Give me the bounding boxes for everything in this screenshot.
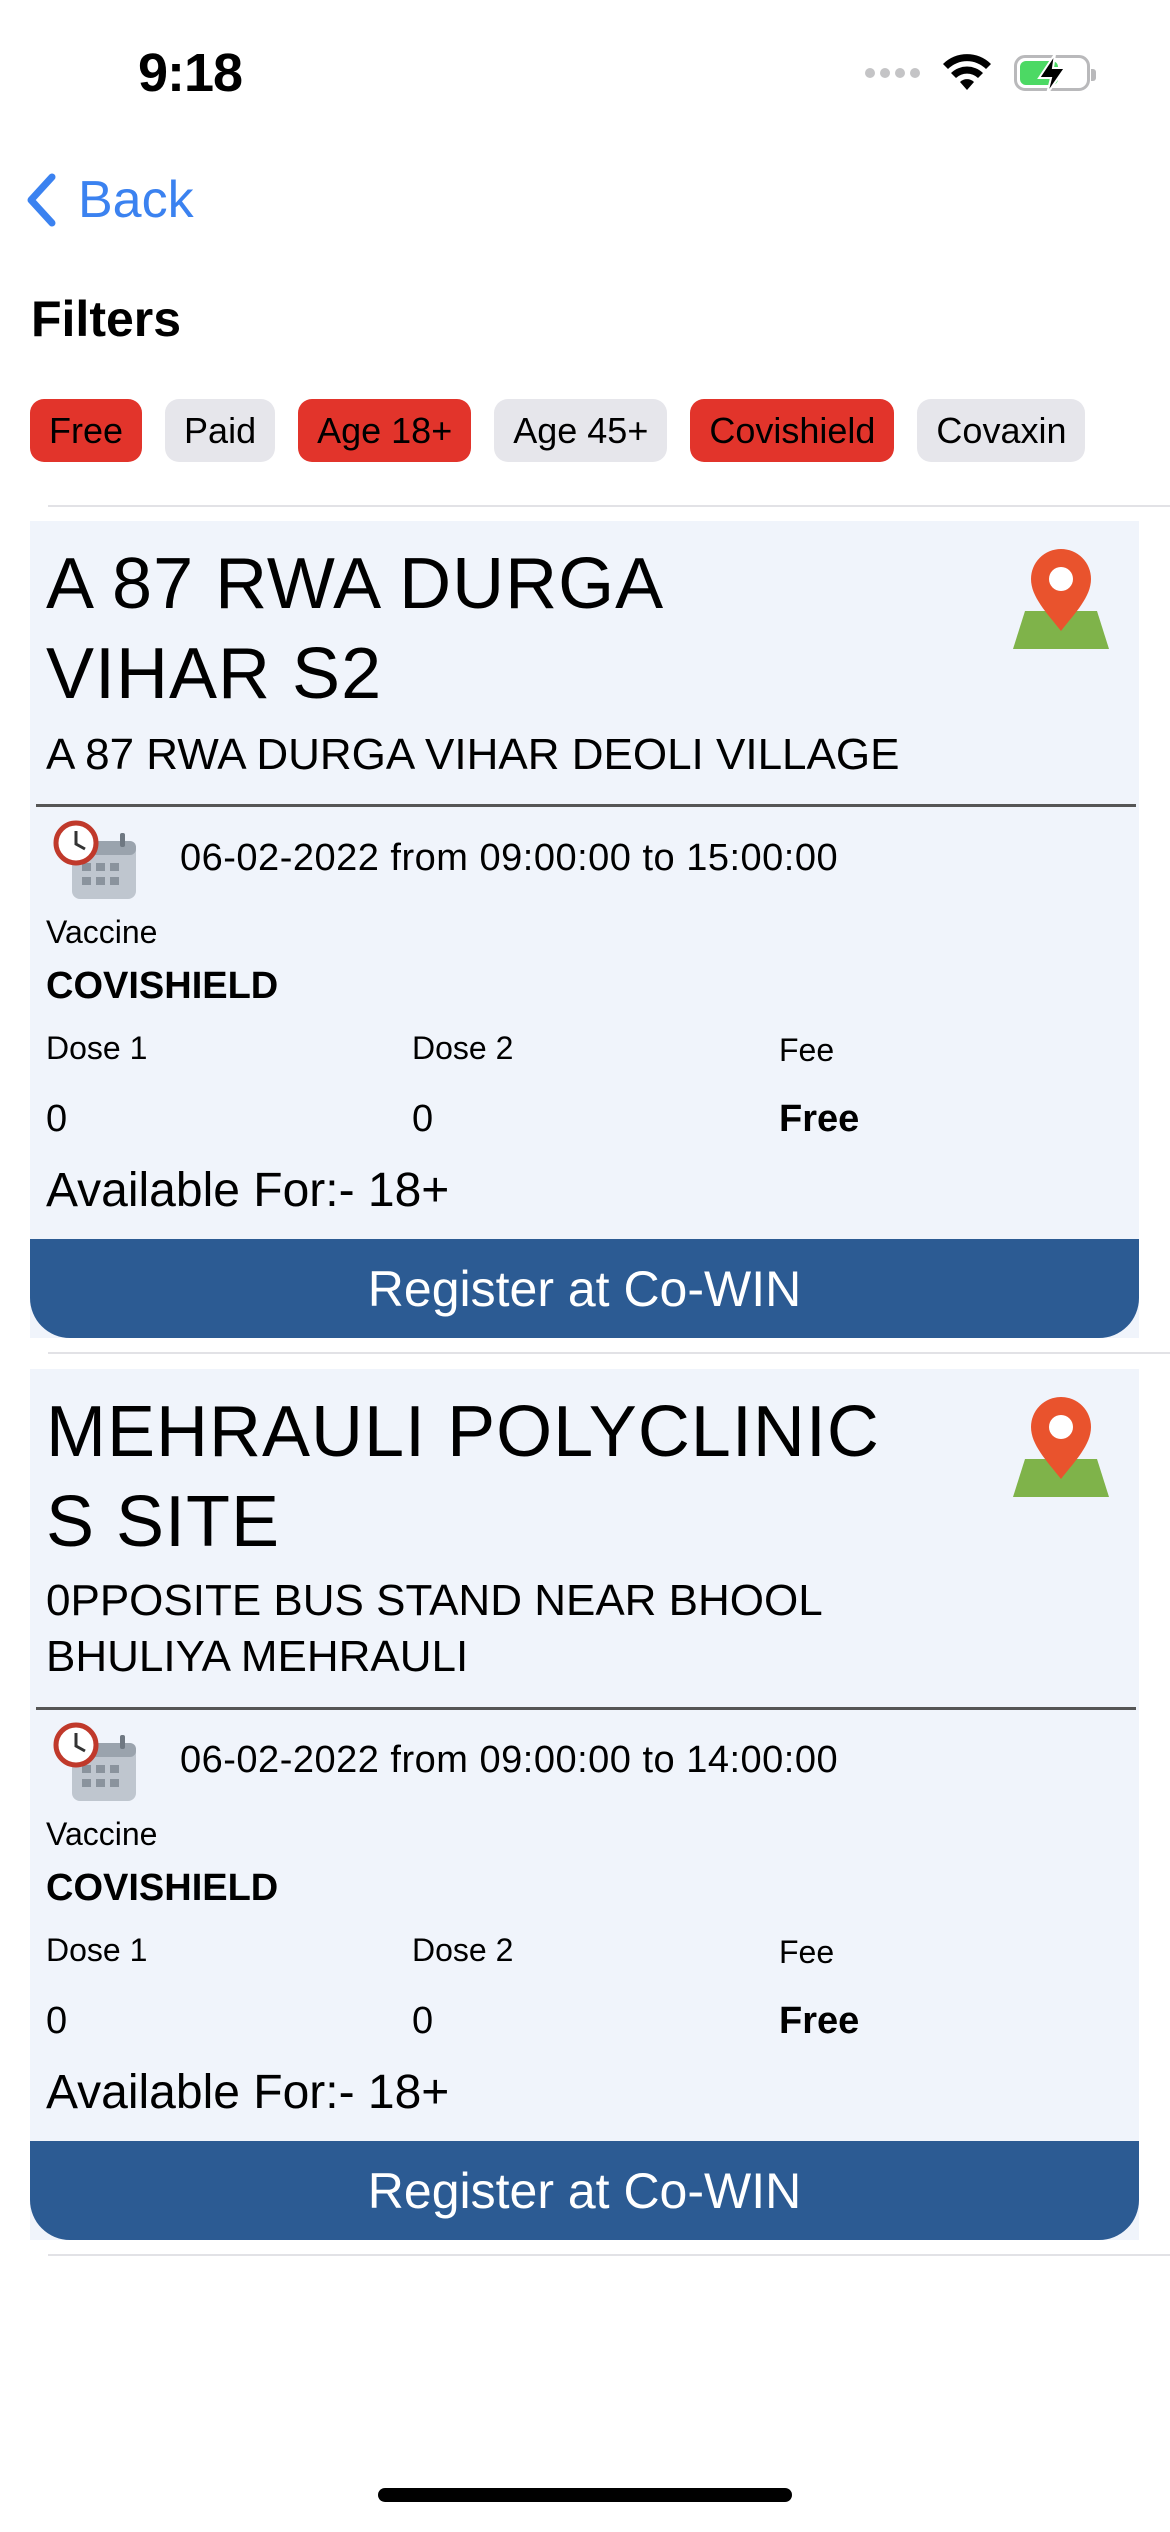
cellular-signal-icon (865, 68, 920, 78)
wifi-icon (943, 54, 991, 90)
filter-chip-covaxin[interactable]: Covaxin (917, 399, 1086, 462)
center-address: 0PPOSITE BUS STAND NEAR BHOOL BHULIYA ME… (46, 1576, 822, 1681)
status-icons (865, 53, 1096, 95)
available-for: Available For:- 18+ (46, 2066, 450, 2119)
fee-value: Free (779, 2000, 860, 2042)
list-separator (48, 1352, 1170, 1354)
back-button[interactable]: Back (26, 170, 194, 230)
dose1-label: Dose 1 (46, 1932, 148, 1968)
fee-label: Fee (779, 1934, 835, 1970)
vaccine-name: COVISHIELD (46, 965, 279, 1007)
register-cowin-button[interactable]: Register at Co-WIN (30, 2141, 1139, 2240)
list-separator (48, 505, 1170, 507)
session-time: 06-02-2022 from 09:00:00 to 14:00:00 (180, 1739, 839, 1781)
status-time: 9:18 (138, 43, 243, 103)
dose1-label: Dose 1 (46, 1030, 148, 1066)
vaccine-label: Vaccine (46, 1816, 158, 1852)
dose2-label: Dose 2 (412, 1030, 514, 1066)
filter-chip-paid[interactable]: Paid (165, 399, 276, 462)
card-divider (36, 804, 1136, 807)
center-name: A 87 RWA DURGA VIHAR S2 (46, 544, 661, 714)
back-label: Back (78, 171, 194, 229)
available-for: Available For:- 18+ (46, 1164, 450, 1217)
battery-charging-icon (1014, 53, 1096, 95)
filter-chip-free[interactable]: Free (30, 399, 143, 462)
center-card: MEHRAULI POLYCLINIC S SITE 0PPOSITE BUS … (30, 1369, 1139, 2240)
fee-label: Fee (779, 1032, 835, 1068)
dose1-value: 0 (46, 1098, 68, 1140)
card-divider (36, 1707, 1136, 1710)
calendar-clock-icon (53, 820, 136, 899)
filter-chip-age-18[interactable]: Age 18+ (298, 399, 472, 462)
fee-value: Free (779, 1098, 860, 1140)
center-name: MEHRAULI POLYCLINIC S SITE (46, 1392, 880, 1562)
list-separator (48, 2254, 1170, 2256)
session-time: 06-02-2022 from 09:00:00 to 15:00:00 (180, 837, 839, 879)
dose1-value: 0 (46, 2000, 68, 2042)
filters-title: Filters (31, 291, 182, 347)
map-pin-icon[interactable] (1011, 543, 1111, 653)
filter-chip-age-45[interactable]: Age 45+ (494, 399, 668, 462)
dose2-value: 0 (412, 1098, 434, 1140)
map-pin-icon[interactable] (1011, 1391, 1111, 1501)
register-cowin-button[interactable]: Register at Co-WIN (30, 1239, 1139, 1338)
filter-chips: Free Paid Age 18+ Age 45+ Covishield Cov… (30, 399, 1086, 462)
center-card: A 87 RWA DURGA VIHAR S2 A 87 RWA DURGA V… (30, 521, 1139, 1338)
vaccine-label: Vaccine (46, 914, 158, 950)
status-bar: 9:18 (0, 0, 1170, 150)
vaccine-name: COVISHIELD (46, 1867, 279, 1909)
dose2-label: Dose 2 (412, 1932, 514, 1968)
home-indicator[interactable] (378, 2488, 792, 2502)
filter-chip-covishield[interactable]: Covishield (690, 399, 895, 462)
dose2-value: 0 (412, 2000, 434, 2042)
calendar-clock-icon (53, 1722, 136, 1801)
center-address: A 87 RWA DURGA VIHAR DEOLI VILLAGE (46, 730, 900, 779)
chevron-left-icon (27, 173, 56, 227)
